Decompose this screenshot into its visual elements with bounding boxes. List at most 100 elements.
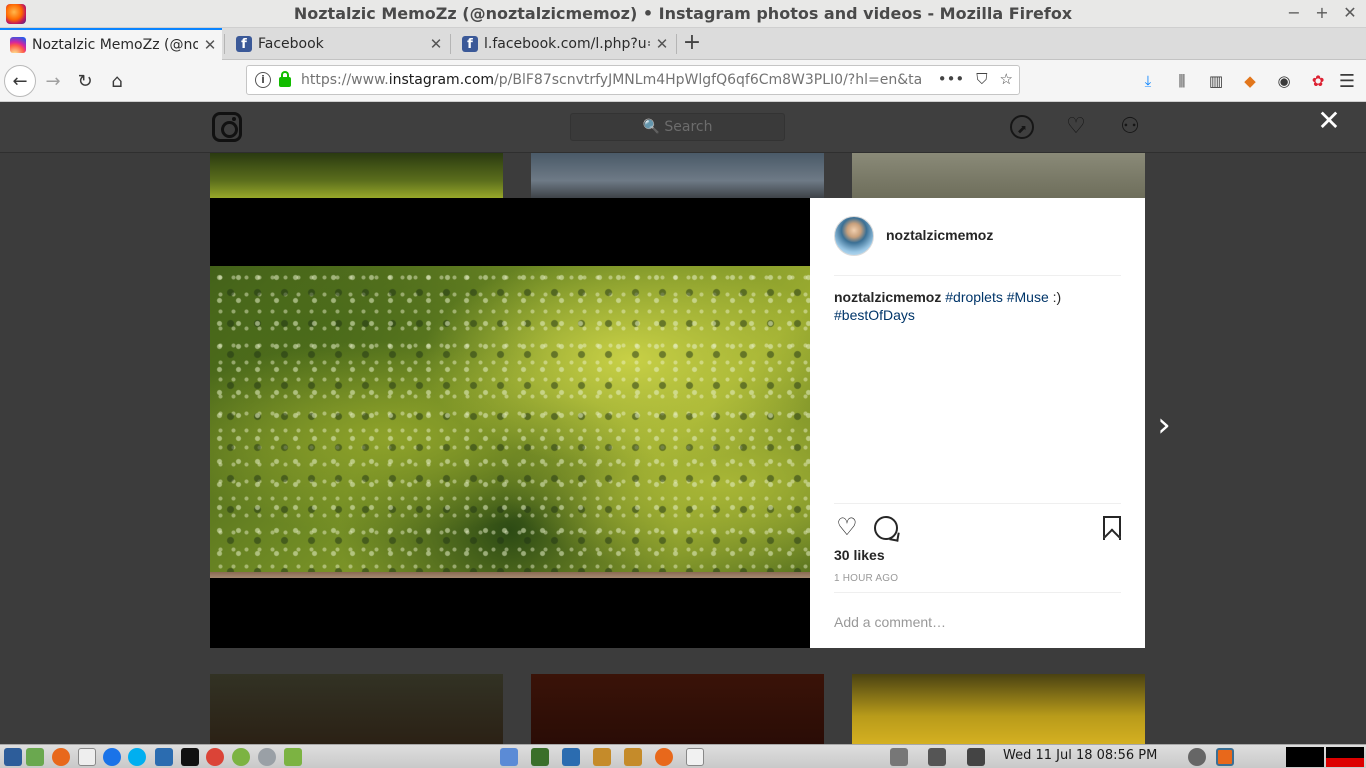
instagram-logo-icon[interactable]: [212, 112, 242, 142]
grid-thumbnail[interactable]: [210, 674, 503, 744]
tab-close-icon[interactable]: ✕: [650, 35, 674, 53]
comment-area: [834, 592, 1121, 648]
minimize-button[interactable]: −: [1286, 3, 1302, 22]
tab-instagram[interactable]: Noztalzic MemoZz (@noztalzicmemoz) ✕: [0, 28, 222, 60]
activity-heart-icon[interactable]: ♡: [1064, 115, 1088, 139]
system-monitor-icon[interactable]: [26, 748, 44, 766]
bookmark-save-icon[interactable]: [1103, 516, 1121, 540]
firefox-app-icon: [6, 4, 26, 24]
sublime-icon[interactable]: [78, 748, 96, 766]
url-bar[interactable]: i https://www.instagram.com/p/BlF87scnvt…: [246, 65, 1020, 95]
grid-thumbnail[interactable]: [852, 153, 1145, 199]
maximize-button[interactable]: +: [1314, 3, 1330, 22]
pocket-icon[interactable]: ⛉: [976, 70, 987, 88]
post-timestamp[interactable]: 1 HOUR AGO: [834, 573, 898, 584]
forward-arrow-icon: →: [45, 70, 61, 92]
teamviewer-icon[interactable]: [103, 748, 121, 766]
tab-label: Facebook: [258, 36, 324, 52]
like-heart-icon[interactable]: ♡: [834, 514, 860, 540]
hashtag-link[interactable]: #droplets: [945, 289, 1003, 305]
chrome-icon[interactable]: [206, 748, 224, 766]
image-viewer-icon[interactable]: [624, 748, 642, 766]
pycharm-icon[interactable]: [181, 748, 199, 766]
window-ledge: [210, 572, 810, 578]
firefox-tray-icon[interactable]: [1216, 748, 1234, 766]
memory-graph: [1326, 747, 1364, 767]
sidebar-icon[interactable]: ▥: [1206, 71, 1226, 91]
cpu-graph: [1286, 747, 1324, 767]
profile-icon[interactable]: ⚇: [1118, 115, 1142, 139]
metamask-extension-icon[interactable]: ◆: [1240, 71, 1260, 91]
facebook-icon: f: [462, 36, 478, 52]
forward-button[interactable]: →: [38, 66, 68, 96]
tab-label: l.facebook.com/l.php?u=: [484, 36, 650, 52]
image-viewer-icon[interactable]: [593, 748, 611, 766]
page-actions-icon[interactable]: •••: [938, 70, 965, 88]
back-arrow-icon: ←: [12, 70, 28, 92]
downloads-icon[interactable]: ⤓: [1138, 71, 1158, 91]
firefox-window-icon[interactable]: [655, 748, 673, 766]
close-window-button[interactable]: ✕: [1342, 3, 1358, 22]
bookmark-star-icon[interactable]: ☆: [1000, 70, 1013, 88]
back-button[interactable]: ←: [4, 65, 36, 97]
tab-separator: [450, 34, 451, 54]
explore-compass-icon[interactable]: ⬈: [1010, 115, 1034, 139]
hashtag-link[interactable]: #bestOfDays: [834, 307, 915, 323]
terminal-icon[interactable]: [531, 748, 549, 766]
volume-icon[interactable]: [967, 748, 985, 766]
new-tab-button[interactable]: +: [680, 30, 704, 58]
comment-bubble-icon[interactable]: [874, 516, 898, 540]
caption-username[interactable]: noztalzicmemoz: [834, 289, 941, 305]
lock-icon[interactable]: [279, 71, 291, 87]
post-modal: noztalzicmemoz noztalzicmemoz #droplets …: [210, 198, 1145, 648]
library-icon[interactable]: ⫼: [1172, 71, 1192, 91]
menu-button[interactable]: ☰: [1332, 66, 1362, 96]
avatar[interactable]: [834, 216, 874, 256]
vscode-window-icon[interactable]: [562, 748, 580, 766]
search-input[interactable]: 🔍 Search: [570, 113, 785, 141]
android-studio-icon[interactable]: [232, 748, 250, 766]
desktop-icon[interactable]: [4, 748, 22, 766]
window-title: Noztalzic MemoZz (@noztalzicmemoz) • Ins…: [293, 4, 1073, 23]
post-photo[interactable]: [210, 266, 810, 578]
firefox-launcher-icon[interactable]: [52, 748, 70, 766]
navigation-toolbar: ← → ↻ ⌂ i https://www.instagram.com/p/Bl…: [0, 60, 1366, 102]
skype-icon[interactable]: [128, 748, 146, 766]
network-icon[interactable]: [258, 748, 276, 766]
url-text[interactable]: https://www.instagram.com/p/BlF87scnvtrf…: [301, 72, 921, 88]
grid-thumbnail[interactable]: [210, 153, 503, 199]
extension-icon[interactable]: ◉: [1274, 71, 1294, 91]
caption-text: :): [1052, 289, 1062, 305]
vscode-icon[interactable]: [155, 748, 173, 766]
hamburger-menu-icon: ☰: [1338, 70, 1356, 92]
grid-thumbnail[interactable]: [852, 674, 1145, 744]
post-media: [210, 198, 810, 648]
hashtag-link[interactable]: #Muse: [1007, 289, 1049, 305]
close-modal-button[interactable]: ✕: [1316, 107, 1342, 135]
facebook-icon: f: [236, 36, 252, 52]
grid-thumbnail[interactable]: [531, 153, 824, 199]
site-info-icon[interactable]: i: [255, 72, 271, 88]
tab-facebook-link[interactable]: f l.facebook.com/l.php?u= ✕: [452, 28, 674, 60]
reload-button[interactable]: ↻: [70, 66, 100, 96]
next-post-chevron-icon[interactable]: ›: [1152, 407, 1176, 443]
qt-icon[interactable]: [284, 748, 302, 766]
power-icon[interactable]: [1188, 748, 1206, 766]
window-controls: − + ✕: [1286, 3, 1358, 22]
comment-input[interactable]: [834, 611, 1121, 633]
clock[interactable]: Wed 11 Jul 18 08:56 PM: [1003, 748, 1157, 763]
water-droplets: [210, 266, 810, 578]
home-button[interactable]: ⌂: [102, 66, 132, 96]
grid-thumbnail[interactable]: [531, 674, 824, 744]
likes-count[interactable]: 30 likes: [834, 547, 885, 563]
tab-close-icon[interactable]: ✕: [424, 35, 448, 53]
files-icon[interactable]: [500, 748, 518, 766]
post-username[interactable]: noztalzicmemoz: [886, 227, 993, 243]
text-editor-icon[interactable]: [686, 748, 704, 766]
tab-close-icon[interactable]: ✕: [198, 36, 222, 54]
tab-facebook[interactable]: f Facebook ✕: [226, 28, 448, 60]
color-extension-icon[interactable]: ✿: [1308, 71, 1328, 91]
wifi-signal-icon[interactable]: [928, 748, 946, 766]
battery-icon[interactable]: [890, 748, 908, 766]
tab-strip: Noztalzic MemoZz (@noztalzicmemoz) ✕ f F…: [0, 28, 1366, 60]
